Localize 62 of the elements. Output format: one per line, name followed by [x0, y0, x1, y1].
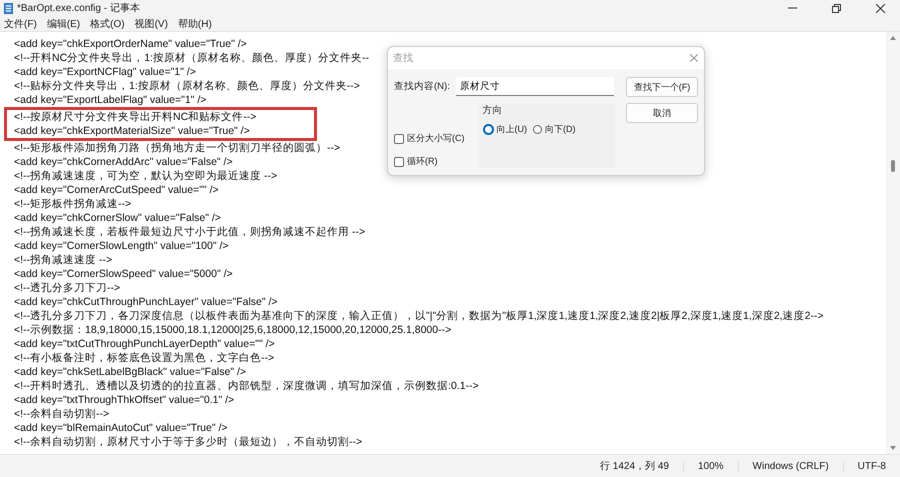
- code-line: <add key="chkCornerAddArc" value="False" />: [14, 155, 233, 169]
- code-line: <!--透孔分多刀下刀，各刀深度信息（以板件表面为基准向下的深度，输入正值），以"|"分割，数据为"板厚1,深度1,速度1,深度2,速度2|板厚2,深度1,速度1,深度2,速度2-->: [14, 309, 824, 323]
- code-line: <add key="blRemainAutoCut" value="True" />: [14, 421, 228, 435]
- code-line: <add key="chkSetLabelBgBlack" value="False" />: [14, 365, 246, 379]
- radio-option[interactable]: 向下(D): [533, 123, 576, 136]
- code-line: <add key="CornerSlowSpeed" value="5000" />: [14, 267, 233, 281]
- menu-item[interactable]: 编辑(E): [46, 16, 80, 30]
- code-line: <!--开料时透孔、透槽以及切透的的拉直器、内部铣型，深度微调，填写加深值，示例数据:0.1-->: [14, 379, 479, 393]
- close-icon: [876, 4, 884, 12]
- checkbox-option[interactable]: 循环(R): [394, 155, 464, 168]
- direction-label: 方向: [482, 104, 504, 117]
- radio-button[interactable]: [533, 125, 542, 134]
- radio-button[interactable]: [482, 124, 494, 135]
- find-label: 查找内容(N):: [394, 80, 450, 93]
- code-line: <add key="txtCutThroughPunchLayerDepth" value="" />: [14, 337, 275, 351]
- code-line: <!--矩形板件拐角减速-->: [14, 197, 132, 211]
- code-line: <!--余料自动切割，原材尺寸小于等于多少时（最短边），不自动切割-->: [14, 435, 362, 449]
- scroll-thumb[interactable]: [891, 160, 895, 172]
- checkbox[interactable]: [394, 156, 404, 166]
- menu-item[interactable]: 文件(F): [4, 16, 37, 30]
- code-line: <add key="chkExportMaterialSize" value="True" />: [14, 124, 250, 138]
- code-line: <!--按原材尺寸分文件夹导出开料NC和贴标文件-->: [14, 110, 256, 124]
- code-line: <!--余料自动切割-->: [14, 407, 110, 421]
- scroll-up-icon[interactable]: [890, 36, 896, 40]
- code-line: <add key="ExportNCFlag" value="1" />: [14, 65, 196, 79]
- find-input[interactable]: 原材尺寸: [456, 77, 614, 96]
- code-line: <add key="txtThroughThkOffset" value="0.1" />: [14, 393, 234, 407]
- code-line: <!--开料NC分文件夹导出，1:按原材（原材名称、颜色、厚度）分文件夹--: [14, 51, 369, 65]
- code-line: <!--矩形板件添加拐角刀路（拐角地方走一个切割刀半径的圆弧）-->: [14, 141, 340, 155]
- menu-item[interactable]: 帮助(H): [178, 16, 212, 30]
- line-ending: Windows (CRLF): [738, 460, 843, 472]
- cursor-position: 行 1424，列 49: [599, 460, 670, 473]
- code-line: <!--有小板备注时，标签底色设置为黑色，文字白色-->: [14, 351, 274, 365]
- checkbox-option[interactable]: 区分大小写(C): [394, 132, 464, 145]
- code-line: <add key="CornerSlowLength" value="100" />: [14, 239, 229, 253]
- dialog-title: 查找: [393, 52, 413, 65]
- menu-item[interactable]: 格式(O): [90, 16, 125, 30]
- zoom-level: 100%: [682, 460, 738, 472]
- notepad-icon: [4, 2, 13, 14]
- code-line: <add key="CornerArcCutSpeed" value="" />: [14, 183, 219, 197]
- code-line: <!--示例数据：18,9,18000,15,15000,18.1,12000|25,6,18000,12,15000,20,12000,25.1,8000-->: [14, 323, 452, 337]
- close-icon[interactable]: [690, 54, 698, 62]
- code-line: <!--拐角减速长度，若板件最短边尺寸小于此值，则拐角减速不起作用 -->: [14, 225, 366, 239]
- code-line: <add key="chkCornerSlow" value="False" />: [14, 211, 221, 225]
- cancel-button[interactable]: 取消: [626, 103, 698, 123]
- restore-icon: [832, 4, 840, 12]
- code-line: <!--贴标分文件夹导出，1:按原材（原材名称、颜色、厚度）分文件夹-->: [14, 79, 360, 93]
- checkbox[interactable]: [394, 134, 404, 144]
- code-line: <!--透孔分多刀下刀-->: [14, 281, 120, 295]
- code-line: <add key="chkCutThroughPunchLayer" value="False" />: [14, 295, 278, 309]
- code-line: <!--拐角减速速度 -->: [14, 253, 112, 267]
- find-next-button[interactable]: 查找下一个(F): [626, 77, 698, 97]
- scrollbar[interactable]: [886, 32, 900, 454]
- minimize-icon: [788, 7, 796, 9]
- radio-option[interactable]: 向上(U): [482, 123, 527, 136]
- menu-item[interactable]: 视图(V): [134, 16, 168, 30]
- encoding: UTF-8: [842, 460, 900, 472]
- code-line: <!--拐角减速速度，可为空，默认为空即为最近速度 -->: [14, 169, 278, 183]
- code-line: <add key="chkExportOrderName" value="True" />: [14, 37, 247, 51]
- window-title: *BarOpt.exe.config - 记事本: [17, 2, 141, 15]
- scroll-down-icon[interactable]: [890, 446, 896, 450]
- code-line: <add key="ExportLabelFlag" value="1" />: [14, 93, 206, 107]
